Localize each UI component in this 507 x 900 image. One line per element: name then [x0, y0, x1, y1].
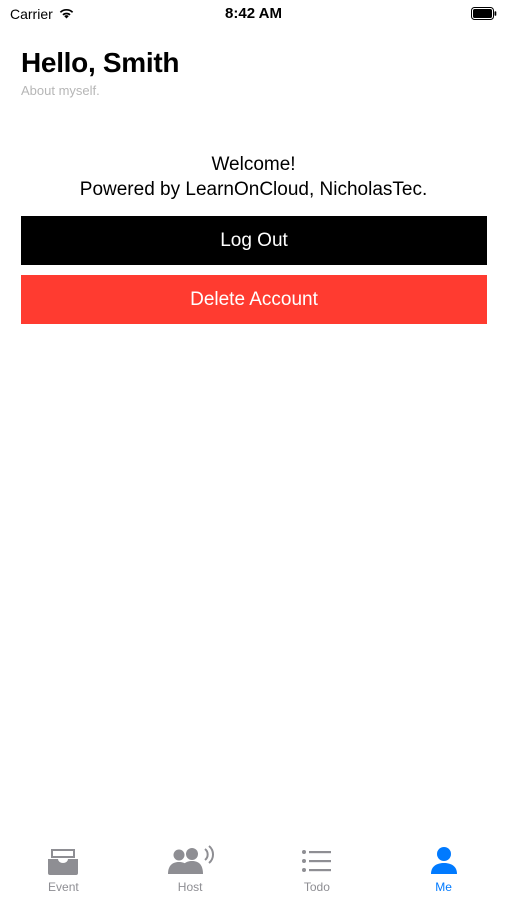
welcome-line: Welcome!: [211, 154, 296, 175]
tab-label: Me: [435, 880, 452, 894]
tab-todo[interactable]: Todo: [254, 836, 381, 900]
log-out-button[interactable]: Log Out: [21, 216, 487, 265]
status-time: 8:42 AM: [225, 5, 282, 22]
tab-label: Host: [177, 880, 203, 894]
tab-host[interactable]: Host: [127, 836, 254, 900]
status-bar: Carrier 8:42 AM: [0, 0, 507, 30]
profile-header: Hello, Smith About myself.: [21, 44, 180, 98]
tab-me[interactable]: Me: [380, 836, 507, 900]
tab-bar: Event Host Todo Me: [0, 836, 507, 900]
delete-account-button[interactable]: Delete Account: [21, 275, 487, 324]
page-subtitle: About myself.: [21, 83, 100, 98]
person-icon: [419, 844, 469, 878]
powered-by-line: Powered by LearnOnCloud, NicholasTec.: [79, 179, 428, 200]
tab-label: Todo: [303, 880, 330, 894]
battery-icon: [471, 7, 497, 20]
list-icon: [292, 844, 342, 878]
people-broadcast-icon: [165, 844, 215, 878]
welcome-message: Welcome! Powered by LearnOnCloud, Nichol…: [0, 152, 507, 202]
tab-label: Event: [48, 880, 79, 894]
tray-icon: [38, 844, 88, 878]
page-title: Hello, Smith: [21, 47, 180, 78]
tab-event[interactable]: Event: [0, 836, 127, 900]
